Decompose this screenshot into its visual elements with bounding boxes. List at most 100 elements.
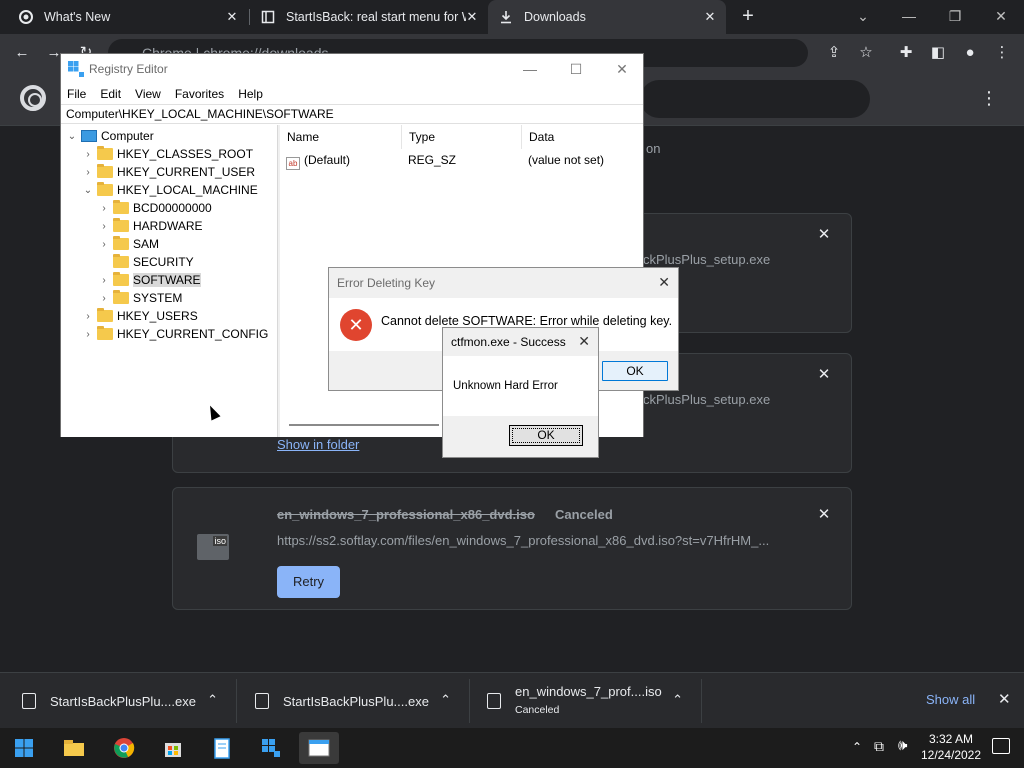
- dialog-taskbar-icon[interactable]: [299, 732, 339, 764]
- chevron-right-icon[interactable]: ›: [81, 149, 95, 160]
- menu-edit[interactable]: Edit: [94, 84, 129, 104]
- regedit-taskbar-icon[interactable]: [251, 732, 291, 764]
- ok-button[interactable]: OK: [509, 425, 583, 446]
- column-header-type[interactable]: Type: [402, 125, 522, 149]
- notepad-icon[interactable]: [202, 732, 242, 764]
- tree-node-software[interactable]: › SOFTWARE: [97, 271, 201, 289]
- shelf-item[interactable]: en_windows_7_prof....iso Canceled ⌃: [487, 673, 701, 729]
- profile-icon[interactable]: ●: [960, 43, 980, 63]
- column-header-name[interactable]: Name: [280, 125, 402, 149]
- system-clock[interactable]: 3:32 AM 12/24/2022: [920, 731, 982, 763]
- close-window-icon[interactable]: ✕: [599, 58, 645, 80]
- tab-search-icon[interactable]: ⌄: [840, 0, 886, 32]
- more-actions-icon[interactable]: ⋮: [980, 88, 998, 109]
- chevron-right-icon[interactable]: ›: [97, 221, 111, 232]
- chevron-right-icon[interactable]: ›: [97, 203, 111, 214]
- column-header-data[interactable]: Data: [522, 125, 642, 149]
- tree-node-computer[interactable]: ⌄ Computer: [65, 127, 154, 145]
- chevron-right-icon[interactable]: ›: [81, 167, 95, 178]
- side-panel-icon[interactable]: ◧: [928, 43, 948, 63]
- close-tab-icon[interactable]: ✕: [224, 9, 240, 25]
- download-filename[interactable]: ckPlusPlus_setup.exe: [643, 252, 770, 267]
- file-explorer-icon[interactable]: [54, 732, 94, 764]
- tree-node-system[interactable]: › SYSTEM: [97, 289, 182, 307]
- menu-icon[interactable]: ⋮: [992, 43, 1012, 63]
- chrome-icon: [18, 9, 34, 25]
- chevron-up-icon[interactable]: ⌃: [207, 692, 218, 708]
- maximize-icon[interactable]: ☐: [553, 58, 599, 80]
- download-filename[interactable]: ckPlusPlus_setup.exe: [643, 392, 770, 407]
- download-url: https://ss2.softlay.com/files/en_windows…: [277, 533, 770, 548]
- close-tab-icon[interactable]: ✕: [702, 9, 718, 25]
- close-window-icon[interactable]: ✕: [978, 0, 1024, 32]
- close-shelf-icon[interactable]: ✕: [998, 690, 1011, 708]
- minimize-icon[interactable]: —: [886, 0, 932, 32]
- menu-favorites[interactable]: Favorites: [169, 84, 232, 104]
- chevron-up-icon[interactable]: ⌃: [440, 692, 451, 708]
- folder-icon: [97, 326, 113, 340]
- tree-node-security[interactable]: SECURITY: [97, 253, 194, 271]
- iso-file-icon: [487, 693, 501, 709]
- horizontal-scrollbar[interactable]: [289, 424, 439, 426]
- restore-icon[interactable]: ❐: [932, 0, 978, 32]
- tree-node-hklm[interactable]: ⌄ HKEY_LOCAL_MACHINE: [81, 181, 258, 199]
- back-icon[interactable]: ←: [12, 43, 32, 63]
- extensions-icon[interactable]: ✚: [896, 43, 916, 63]
- share-icon[interactable]: ⇪: [824, 43, 844, 63]
- close-dialog-icon[interactable]: ✕: [658, 274, 670, 291]
- shelf-item-name: StartIsBackPlusPlu....exe: [50, 693, 196, 709]
- registry-address-bar[interactable]: Computer\HKEY_LOCAL_MACHINE\SOFTWARE: [61, 104, 643, 124]
- minimize-icon[interactable]: —: [507, 58, 553, 80]
- folder-icon: [113, 236, 129, 250]
- remove-download-icon[interactable]: ✕: [817, 367, 831, 382]
- remove-download-icon[interactable]: ✕: [817, 227, 831, 242]
- new-tab-button[interactable]: +: [738, 6, 758, 26]
- downloads-search[interactable]: [640, 80, 870, 118]
- menu-file[interactable]: File: [61, 84, 94, 104]
- chevron-down-icon[interactable]: ⌄: [65, 131, 79, 142]
- show-in-folder-link[interactable]: Show in folder: [277, 437, 359, 452]
- menu-help[interactable]: Help: [232, 84, 271, 104]
- start-button[interactable]: [4, 732, 44, 764]
- retry-button[interactable]: Retry: [277, 566, 341, 598]
- network-icon[interactable]: ⧉: [874, 738, 884, 755]
- store-icon[interactable]: [153, 732, 193, 764]
- menu-view[interactable]: View: [129, 84, 169, 104]
- close-dialog-icon[interactable]: ✕: [578, 333, 590, 350]
- tree-node-hardware[interactable]: › HARDWARE: [97, 217, 203, 235]
- value-row-name[interactable]: ab (Default): [286, 151, 350, 170]
- chevron-right-icon[interactable]: ›: [81, 329, 95, 340]
- clock-time: 3:32 AM: [928, 732, 974, 746]
- bookmark-star-icon[interactable]: ☆: [856, 43, 876, 63]
- chevron-down-icon[interactable]: ⌄: [81, 185, 95, 196]
- error-message: Cannot delete SOFTWARE: Error while dele…: [381, 314, 673, 328]
- chevron-right-icon[interactable]: ›: [97, 293, 111, 304]
- download-filename[interactable]: en_windows_7_professional_x86_dvd.iso: [277, 507, 535, 522]
- chevron-right-icon[interactable]: ›: [97, 275, 111, 286]
- shelf-separator: [236, 679, 237, 723]
- tree-node-hkcu[interactable]: › HKEY_CURRENT_USER: [81, 163, 255, 181]
- shelf-item[interactable]: StartIsBackPlusPlu....exe ⌃: [22, 673, 236, 729]
- notification-icon[interactable]: [992, 738, 1010, 754]
- tab-whats-new[interactable]: What's New ✕: [8, 0, 248, 34]
- chevron-right-icon[interactable]: ›: [97, 239, 111, 250]
- chevron-up-icon[interactable]: ⌃: [852, 740, 862, 754]
- tree-node-sam[interactable]: › SAM: [97, 235, 159, 253]
- chrome-taskbar-icon[interactable]: [104, 732, 144, 764]
- tab-startisback[interactable]: StartIsBack: real start menu for W ✕: [250, 0, 488, 34]
- tree-node-hkcc[interactable]: › HKEY_CURRENT_CONFIG: [81, 325, 268, 343]
- shelf-item[interactable]: StartIsBackPlusPlu....exe ⌃: [255, 673, 469, 729]
- tree-node-hku[interactable]: › HKEY_USERS: [81, 307, 198, 325]
- remove-download-icon[interactable]: ✕: [817, 507, 831, 522]
- tree-node-hkcr[interactable]: › HKEY_CLASSES_ROOT: [81, 145, 253, 163]
- registry-editor-titlebar[interactable]: Registry Editor — ☐ ✕: [61, 54, 643, 84]
- ok-button[interactable]: OK: [602, 361, 668, 381]
- show-all-button[interactable]: Show all: [926, 692, 975, 707]
- close-tab-icon[interactable]: ✕: [464, 9, 480, 25]
- chevron-up-icon[interactable]: ⌃: [672, 692, 683, 708]
- volume-icon[interactable]: 🕪: [898, 737, 907, 754]
- chevron-right-icon[interactable]: ›: [81, 311, 95, 322]
- ctfmon-success-dialog: ctfmon.exe - Success ✕ Unknown Hard Erro…: [442, 327, 599, 458]
- tab-downloads[interactable]: Downloads ✕: [488, 0, 726, 34]
- tree-node-bcd[interactable]: › BCD00000000: [97, 199, 212, 217]
